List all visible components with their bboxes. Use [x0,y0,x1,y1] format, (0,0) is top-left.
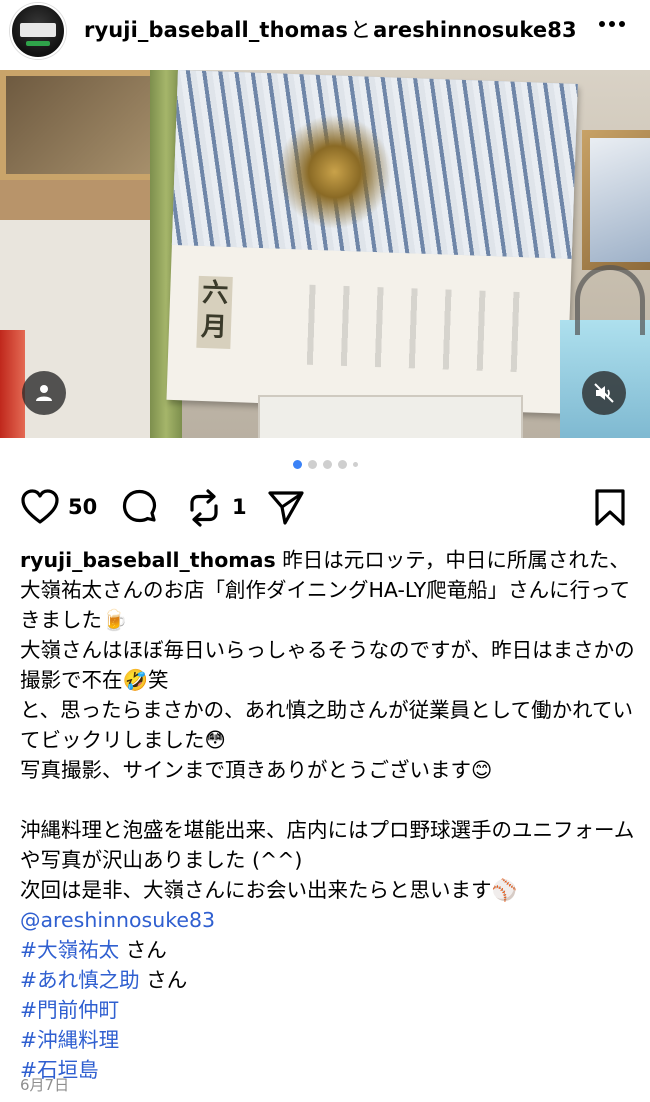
post-media[interactable]: 六月 [0,70,650,438]
heart-icon [21,489,59,524]
repost-count[interactable]: 1 [232,495,247,519]
mute-button[interactable] [582,371,626,415]
hashtag-suffix: さん [139,968,188,992]
photo-hanger [575,265,645,335]
user-tag-icon [36,385,52,401]
more-options-button[interactable] [596,12,628,36]
bookmark-button[interactable] [594,488,626,532]
calendar-grid [282,283,526,373]
carousel-dot [307,460,317,469]
mute-icon [594,383,614,403]
carousel-indicator [0,454,650,470]
caption-author[interactable]: ryuji_baseball_thomas [20,548,276,572]
caption-hashtag-line: #あれ慎之助 さん [20,965,635,995]
photo-calendar: 六月 [166,70,578,414]
caption-hashtag-line: #沖縄料理 [20,1025,635,1055]
collaborator-username[interactable]: areshinnosuke83 [373,18,577,42]
photo-frame-picture [590,138,650,262]
author-username[interactable]: ryuji_baseball_thomas [84,18,348,42]
hashtag-suffix: さん [119,938,167,962]
caption-hashtag-line: #石垣島 [20,1055,635,1085]
action-bar: 50 1 [0,482,650,534]
repost-icon [190,489,218,527]
caption-text: 大嶺さんはほぼ毎日いらっしゃるそうなのですが、昨日はまさかの撮影で不在🤣笑 [20,638,635,692]
post-author-names: ryuji_baseball_thomasとareshinnosuke83 [84,14,577,44]
hashtag-link[interactable]: #門前仲町 [20,998,119,1022]
photo-frame-left [0,70,160,180]
carousel-dot [352,462,358,467]
caption-text: 次回は是非、大嶺さんにお会い出来たらと思います⚾ [20,878,518,902]
tagged-users-button[interactable] [22,371,66,415]
hashtag-link[interactable]: #あれ慎之助 [20,968,140,992]
photo-sign [258,395,523,438]
like-button[interactable] [20,488,60,530]
calendar-month: 六月 [196,275,233,349]
caption-text: と、思ったらまさかの、あれ慎之助さんが従業員として働かれていてビックリしました😳 [20,698,633,752]
carousel-dot [292,460,302,469]
carousel-dot [337,460,347,469]
avatar-graphic [20,23,56,37]
caption-mention[interactable]: @areshinnosuke83 [20,905,635,935]
caption-hashtag-line: #門前仲町 [20,995,635,1025]
caption-text: 沖縄料理と泡盛を堪能出来、店内にはプロ野球選手のユニフォームや写真が沢山ありまし… [20,818,635,872]
avatar-graphic-accent [26,41,50,46]
comment-button[interactable] [120,488,160,532]
repost-button[interactable] [186,488,222,532]
bookmark-icon [595,489,625,526]
caption-text: 写真撮影、サインまで頂きありがとうございます😊 [20,758,493,782]
photo-red-object [0,330,25,438]
share-icon [268,491,304,525]
hashtag-link[interactable]: #沖縄料理 [20,1028,119,1052]
photo-frame-right [582,130,650,270]
author-separator: と [350,18,372,42]
avatar[interactable] [10,3,66,59]
share-button[interactable] [266,488,306,532]
post-caption: ryuji_baseball_thomas 昨日は元ロッテ，中日に所属された、大… [20,545,635,1085]
hashtag-link[interactable]: #大嶺祐太 [20,938,119,962]
more-icon [599,21,625,27]
like-count[interactable]: 50 [68,495,97,519]
post-date: 6月7日 [20,1076,70,1094]
carousel-dot [322,460,332,469]
caption-hashtag-line: #大嶺祐太 さん [20,935,635,965]
post-header: ryuji_baseball_thomasとareshinnosuke83 [0,0,650,70]
comment-icon [122,489,157,523]
caption-paragraph-1: ryuji_baseball_thomas 昨日は元ロッテ，中日に所属された、大… [20,545,635,635]
calendar-picture [171,70,578,259]
photo-shelf [0,180,170,220]
